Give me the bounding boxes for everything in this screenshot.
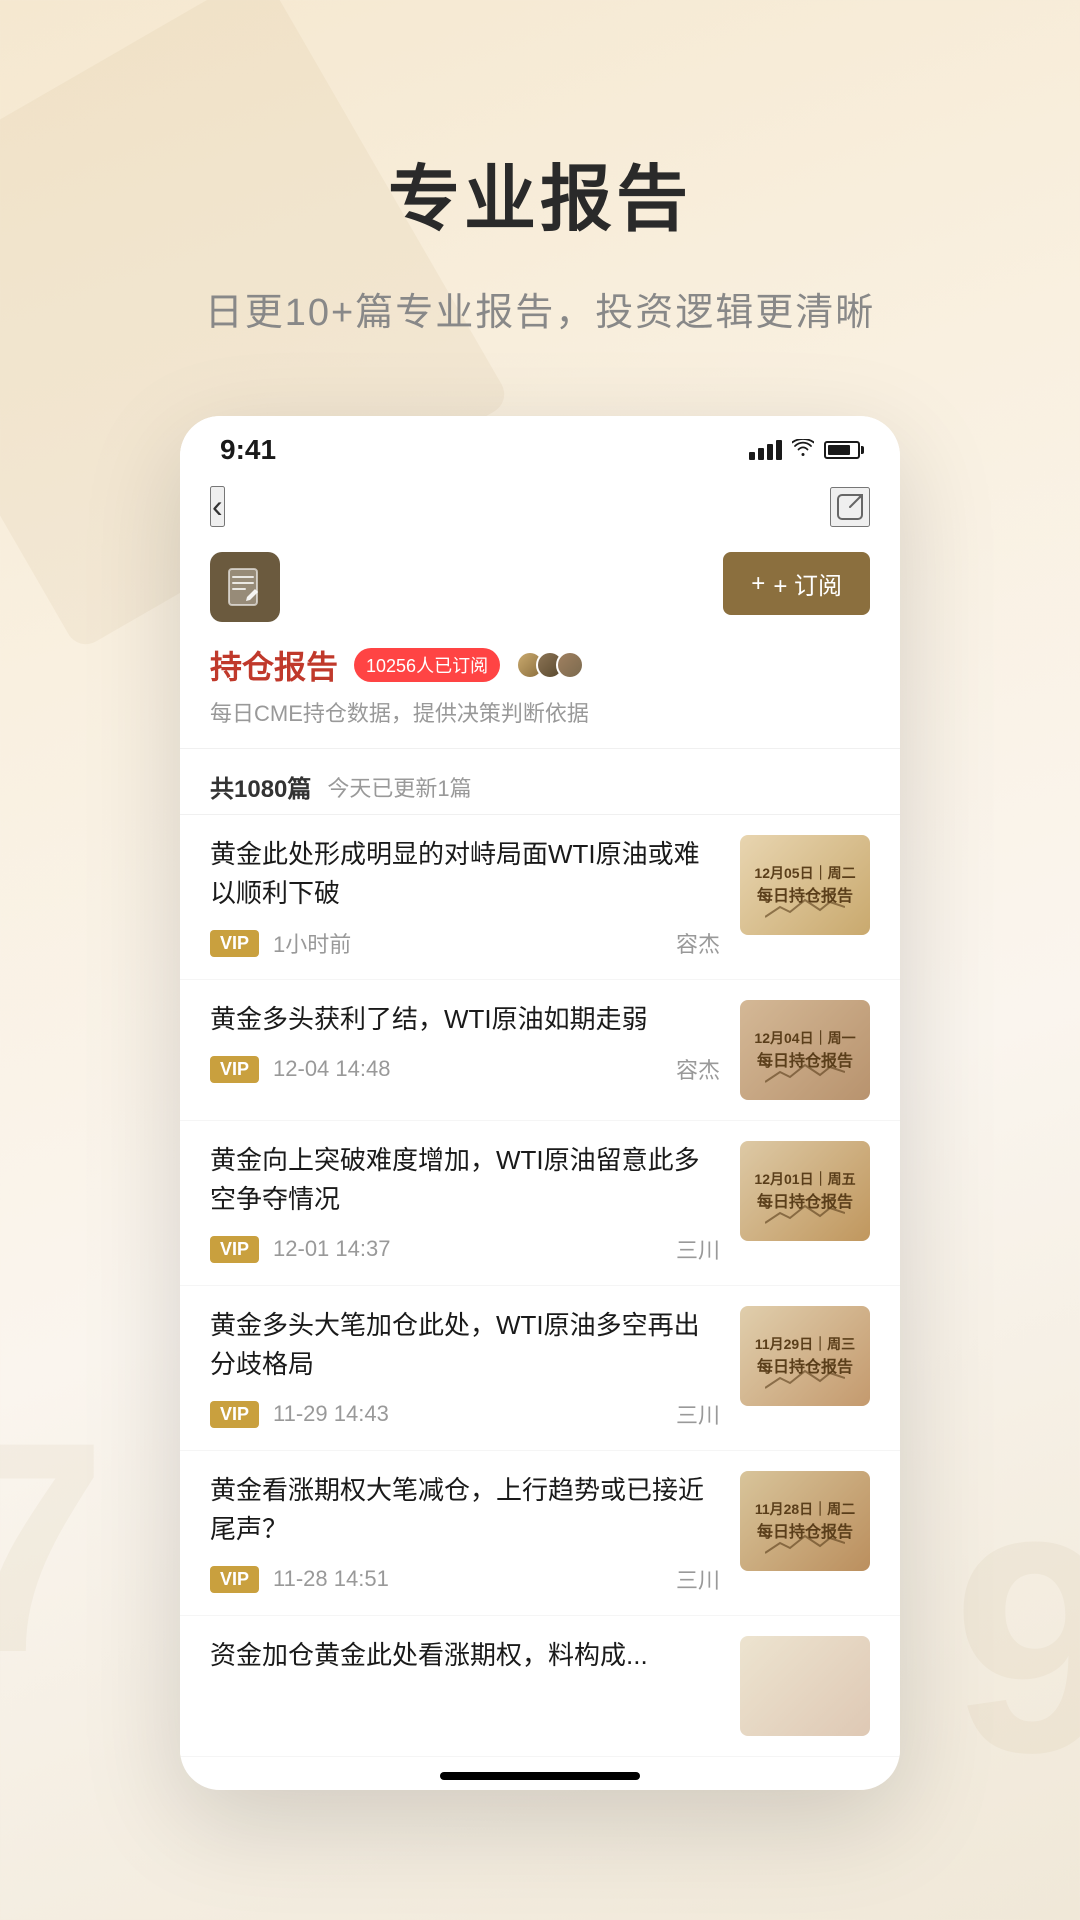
signal-icon: [749, 440, 782, 460]
battery-icon: [824, 441, 860, 459]
article-content: 黄金看涨期权大笔减仓，上行趋势或已接近尾声？ VIP 11-28 14:51 三…: [210, 1471, 720, 1595]
subscriber-count: 10256人已订阅: [366, 652, 488, 678]
article-title: 黄金看涨期权大笔减仓，上行趋势或已接近尾声？: [210, 1471, 720, 1549]
thumb-label: 每日持仓报告: [757, 882, 853, 906]
article-time: 12-04 14:48: [273, 1056, 390, 1082]
article-item[interactable]: 黄金向上突破难度增加，WTI原油留意此多空争夺情况 VIP 12-01 14:3…: [180, 1121, 900, 1286]
report-header: + + 订阅 持仓报告 10256人已订阅 每日CME持仓数据，提供决策判断依据: [180, 542, 900, 749]
page-content: 专业报告 日更10+篇专业报告，投资逻辑更清晰 9:41: [0, 0, 1080, 1790]
article-meta: VIP 11-29 14:43 三川: [210, 1398, 720, 1430]
thumb-content: 11月28日｜周二 每日持仓报告: [740, 1471, 870, 1571]
article-total-count: 共1080篇: [210, 769, 311, 804]
back-button[interactable]: ‹: [210, 486, 225, 527]
vip-badge: VIP: [210, 1056, 259, 1083]
subscribe-label: + 订阅: [773, 566, 842, 601]
report-icon: [210, 552, 280, 622]
article-title: 黄金多头大笔加仓此处，WTI原油多空再出分歧格局: [210, 1306, 720, 1384]
article-content: 黄金此处形成明显的对峙局面WTI原油或难以顺利下破 VIP 1小时前 容杰: [210, 835, 720, 959]
article-meta: VIP 12-01 14:37 三川: [210, 1233, 720, 1265]
subscriber-badge: 10256人已订阅: [354, 648, 500, 682]
article-item[interactable]: 黄金此处形成明显的对峙局面WTI原油或难以顺利下破 VIP 1小时前 容杰 12…: [180, 815, 900, 980]
report-top-row: + + 订阅: [210, 552, 870, 622]
thumb-label: 每日持仓报告: [757, 1518, 853, 1542]
meta-left: VIP 11-29 14:43: [210, 1401, 389, 1428]
article-thumbnail: 12月01日｜周五 每日持仓报告: [740, 1141, 870, 1241]
vip-badge: VIP: [210, 1401, 259, 1428]
article-title: 黄金向上突破难度增加，WTI原油留意此多空争夺情况: [210, 1141, 720, 1219]
thumb-label: 每日持仓报告: [757, 1047, 853, 1071]
article-meta: VIP 1小时前 容杰: [210, 927, 720, 959]
article-author: 三川: [676, 1563, 720, 1595]
article-item[interactable]: 黄金多头获利了结，WTI原油如期走弱 VIP 12-04 14:48 容杰 12…: [180, 980, 900, 1121]
meta-left: VIP 1小时前: [210, 927, 351, 959]
thumb-content: 12月01日｜周五 每日持仓报告: [740, 1141, 870, 1241]
today-update-text: 今天已更新1篇: [327, 771, 471, 803]
article-time: 1小时前: [273, 927, 351, 959]
subscriber-avatars: [516, 651, 584, 679]
article-title: 资金加仓黄金此处看涨期权，料构成...: [210, 1636, 720, 1675]
article-author: 三川: [676, 1398, 720, 1430]
home-indicator: [440, 1772, 640, 1780]
thumb-content: 12月04日｜周一 每日持仓报告: [740, 1000, 870, 1100]
subscribe-plus: +: [751, 570, 765, 598]
article-content: 资金加仓黄金此处看涨期权，料构成...: [210, 1636, 720, 1689]
article-thumbnail: 11月28日｜周二 每日持仓报告: [740, 1471, 870, 1571]
article-thumbnail: 12月05日｜周二 每日持仓报告: [740, 835, 870, 935]
share-button[interactable]: [830, 487, 870, 527]
report-description: 每日CME持仓数据，提供决策判断依据: [210, 696, 870, 728]
page-subtitle: 日更10+篇专业报告，投资逻辑更清晰: [205, 281, 875, 336]
article-time: 11-29 14:43: [273, 1401, 389, 1427]
article-content: 黄金多头获利了结，WTI原油如期走弱 VIP 12-04 14:48 容杰: [210, 1000, 720, 1085]
article-author: 容杰: [676, 1053, 720, 1085]
article-title: 黄金多头获利了结，WTI原油如期走弱: [210, 1000, 720, 1039]
article-item[interactable]: 黄金多头大笔加仓此处，WTI原油多空再出分歧格局 VIP 11-29 14:43…: [180, 1286, 900, 1451]
avatar-3: [556, 651, 584, 679]
thumb-date: 12月05日｜周二: [754, 864, 855, 882]
subscribe-button[interactable]: + + 订阅: [723, 552, 870, 615]
article-title: 黄金此处形成明显的对峙局面WTI原油或难以顺利下破: [210, 835, 720, 913]
thumb-date: 12月04日｜周一: [754, 1029, 855, 1047]
article-time: 12-01 14:37: [273, 1236, 390, 1262]
article-content: 黄金向上突破难度增加，WTI原油留意此多空争夺情况 VIP 12-01 14:3…: [210, 1141, 720, 1265]
status-time: 9:41: [220, 434, 276, 466]
article-list-header: 共1080篇 今天已更新1篇: [180, 749, 900, 815]
share-icon: [836, 493, 864, 521]
thumb-date: 11月28日｜周二: [755, 1500, 855, 1518]
report-title-row: 持仓报告 10256人已订阅: [210, 642, 870, 688]
thumb-date: 12月01日｜周五: [754, 1170, 855, 1188]
thumb-label: 每日持仓报告: [757, 1353, 853, 1377]
article-author: 容杰: [676, 927, 720, 959]
thumb-date: 11月29日｜周三: [755, 1335, 855, 1353]
nav-bar: ‹: [180, 476, 900, 542]
page-title: 专业报告: [388, 140, 692, 245]
phone-mockup: 9:41 ‹: [180, 416, 900, 1790]
article-author: 三川: [676, 1233, 720, 1265]
article-item[interactable]: 资金加仓黄金此处看涨期权，料构成...: [180, 1616, 900, 1757]
article-thumbnail: 12月04日｜周一 每日持仓报告: [740, 1000, 870, 1100]
report-title-text: 持仓报告: [210, 642, 338, 688]
article-thumbnail: [740, 1636, 870, 1736]
article-list: 黄金此处形成明显的对峙局面WTI原油或难以顺利下破 VIP 1小时前 容杰 12…: [180, 815, 900, 1757]
article-time: 11-28 14:51: [273, 1566, 389, 1592]
thumb-content: 11月29日｜周三 每日持仓报告: [740, 1306, 870, 1406]
article-thumbnail: 11月29日｜周三 每日持仓报告: [740, 1306, 870, 1406]
article-item[interactable]: 黄金看涨期权大笔减仓，上行趋势或已接近尾声？ VIP 11-28 14:51 三…: [180, 1451, 900, 1616]
meta-left: VIP 12-01 14:37: [210, 1236, 390, 1263]
status-bar: 9:41: [180, 416, 900, 476]
vip-badge: VIP: [210, 1566, 259, 1593]
article-content: 黄金多头大笔加仓此处，WTI原油多空再出分歧格局 VIP 11-29 14:43…: [210, 1306, 720, 1430]
thumb-label: 每日持仓报告: [757, 1188, 853, 1212]
vip-badge: VIP: [210, 930, 259, 957]
meta-left: VIP 12-04 14:48: [210, 1056, 390, 1083]
status-icons: [749, 437, 860, 463]
vip-badge: VIP: [210, 1236, 259, 1263]
wifi-icon: [792, 437, 814, 463]
article-meta: VIP 12-04 14:48 容杰: [210, 1053, 720, 1085]
thumb-content: 12月05日｜周二 每日持仓报告: [740, 835, 870, 935]
article-meta: VIP 11-28 14:51 三川: [210, 1563, 720, 1595]
meta-left: VIP 11-28 14:51: [210, 1566, 389, 1593]
